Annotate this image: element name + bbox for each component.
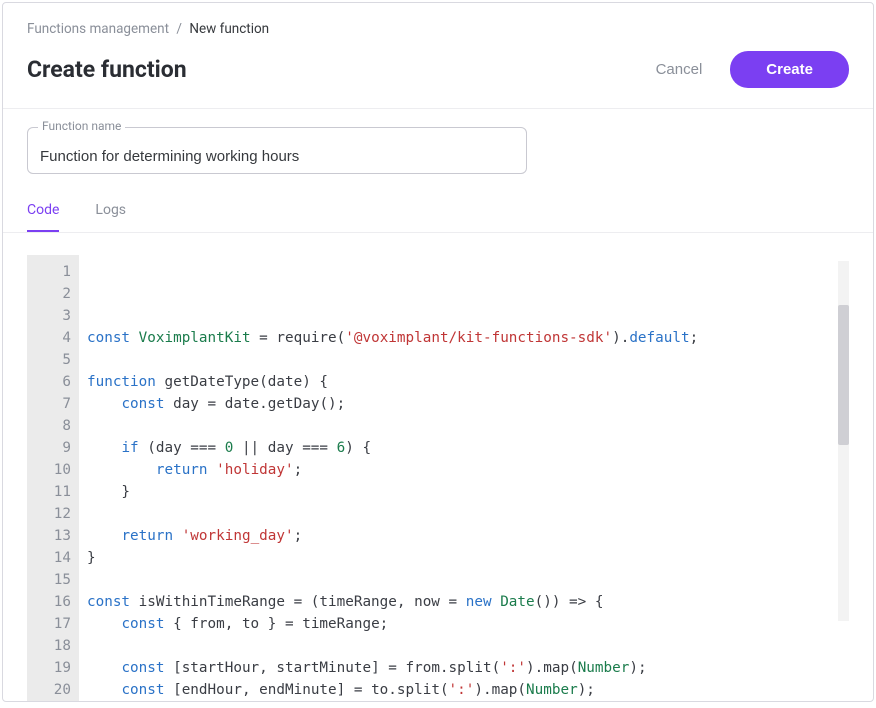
line-number: 14: [27, 547, 71, 569]
line-number: 17: [27, 613, 71, 635]
cancel-button[interactable]: Cancel: [646, 53, 713, 86]
function-name-label: Function name: [38, 119, 125, 133]
code-line[interactable]: [87, 415, 841, 437]
breadcrumb-current: New function: [189, 21, 269, 37]
code-line[interactable]: const [startHour, startMinute] = from.sp…: [87, 657, 841, 679]
line-number-gutter: 123456789101112131415161718192021: [27, 255, 79, 701]
line-number: 13: [27, 525, 71, 547]
code-line[interactable]: const [endHour, endMinute] = to.split(':…: [87, 679, 841, 701]
code-line[interactable]: [87, 635, 841, 657]
code-line[interactable]: [87, 569, 841, 591]
editor-scrollbar-thumb[interactable]: [838, 305, 849, 445]
code-line[interactable]: const isWithinTimeRange = (timeRange, no…: [87, 591, 841, 613]
function-name-input[interactable]: [40, 148, 514, 165]
code-line[interactable]: return 'holiday';: [87, 459, 841, 481]
code-line[interactable]: const VoximplantKit = require('@voximpla…: [87, 327, 841, 349]
line-number: 6: [27, 371, 71, 393]
form-section: Function name: [3, 109, 873, 182]
line-number: 2: [27, 283, 71, 305]
breadcrumb-separator: /: [172, 21, 186, 37]
line-number: 7: [27, 393, 71, 415]
tab-logs[interactable]: Logs: [95, 202, 126, 232]
code-line[interactable]: if (day === 0 || day === 6) {: [87, 437, 841, 459]
line-number: 10: [27, 459, 71, 481]
line-number: 12: [27, 503, 71, 525]
breadcrumb: Functions management / New function: [3, 3, 873, 45]
line-number: 9: [27, 437, 71, 459]
line-number: 18: [27, 635, 71, 657]
code-line[interactable]: }: [87, 481, 841, 503]
tabs: Code Logs: [3, 182, 873, 233]
line-number: 3: [27, 305, 71, 327]
line-number: 1: [27, 261, 71, 283]
code-line[interactable]: [87, 349, 841, 371]
line-number: 4: [27, 327, 71, 349]
line-number: 8: [27, 415, 71, 437]
line-number: 20: [27, 679, 71, 701]
page-title: Create function: [27, 56, 187, 83]
page-header: Create function Cancel Create: [3, 45, 873, 109]
line-number: 11: [27, 481, 71, 503]
code-line[interactable]: function getDateType(date) {: [87, 371, 841, 393]
code-line[interactable]: const day = date.getDay();: [87, 393, 841, 415]
tab-code[interactable]: Code: [27, 202, 59, 232]
breadcrumb-parent[interactable]: Functions management: [27, 21, 169, 37]
line-number: 16: [27, 591, 71, 613]
code-editor[interactable]: 123456789101112131415161718192021 const …: [27, 255, 849, 701]
code-line[interactable]: }: [87, 547, 841, 569]
line-number: 5: [27, 349, 71, 371]
header-actions: Cancel Create: [646, 51, 849, 88]
code-line[interactable]: return 'working_day';: [87, 525, 841, 547]
create-button[interactable]: Create: [730, 51, 849, 88]
function-name-field-wrap: Function name: [27, 127, 527, 174]
code-line[interactable]: [87, 503, 841, 525]
editor-scrollbar[interactable]: [838, 261, 849, 621]
code-content[interactable]: const VoximplantKit = require('@voximpla…: [79, 255, 849, 701]
line-number: 19: [27, 657, 71, 679]
code-line[interactable]: const { from, to } = timeRange;: [87, 613, 841, 635]
line-number: 15: [27, 569, 71, 591]
